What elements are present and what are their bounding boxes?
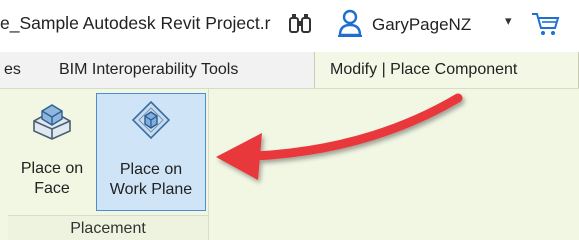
tab-bim-interoperability-tools[interactable]: BIM Interoperability Tools xyxy=(59,52,238,88)
tab-partial[interactable]: es xyxy=(4,52,21,88)
place-on-work-plane-label: Place on Work Plane xyxy=(109,161,193,198)
binoculars-icon[interactable] xyxy=(287,12,313,36)
ribbon-panel: Place on Face Place on Work Plane Placem… xyxy=(0,88,579,240)
title-bar: e_Sample Autodesk Revit Project.r GaryPa… xyxy=(0,0,579,52)
panel-edge xyxy=(208,89,209,240)
tab-modify-place-component[interactable]: Modify | Place Component xyxy=(314,52,579,88)
place-on-work-plane-icon xyxy=(131,100,171,140)
ribbon-tab-row: es BIM Interoperability Tools Modify | P… xyxy=(0,52,579,88)
place-on-face-button[interactable]: Place on Face xyxy=(10,93,94,211)
cart-icon[interactable] xyxy=(530,10,560,38)
project-title: e_Sample Autodesk Revit Project.r xyxy=(0,13,271,33)
user-name[interactable]: GaryPageNZ xyxy=(372,15,471,35)
place-on-face-icon xyxy=(33,104,71,140)
user-icon[interactable] xyxy=(338,9,362,37)
place-on-face-label: Place on Face xyxy=(20,160,84,197)
user-menu-caret-icon[interactable]: ▾ xyxy=(505,13,512,29)
placement-panel-title: Placement xyxy=(8,216,208,240)
place-on-work-plane-button[interactable]: Place on Work Plane xyxy=(96,93,206,211)
